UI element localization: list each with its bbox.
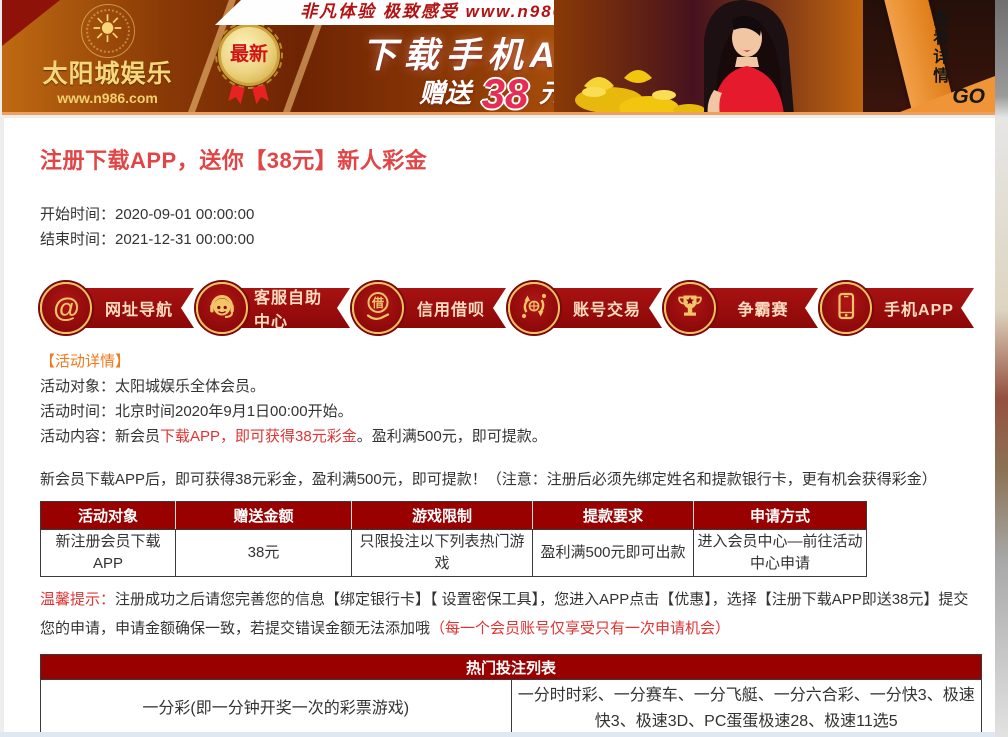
details-content-highlight: 下载APP，即可获得38元彩金 — [160, 428, 357, 445]
phone-icon — [830, 290, 862, 327]
nav-ribbon-label: 信用借呗 — [410, 279, 492, 337]
bonus-cell-withdraw: 盈利满500元即可出款 — [533, 530, 694, 577]
warm-tips-red: （每一个会员账号仅享受只有一次申请机会） — [430, 620, 730, 637]
bonus-cell-target: 新注册会员下载APP — [41, 530, 176, 577]
promo-banner: ☀ 太阳城娱乐 www.n986.com 最新 非凡体验 极致感受 www.n9… — [2, 0, 995, 115]
site-logo[interactable]: ☀ 太阳城娱乐 www.n986.com — [10, 0, 205, 112]
hot-bet-table-title: 热门投注列表 — [41, 655, 982, 680]
details-heading: 【活动详情】 — [40, 349, 985, 374]
site-logo-title: 太阳城娱乐 — [10, 54, 205, 90]
details-time: 活动时间：北京时间2020年9月1日00:00开始。 — [40, 399, 985, 424]
window-edge-artifact — [995, 0, 1008, 737]
hot-bet-category: 一分彩(即一分钟开奖一次的彩票游戏) — [41, 680, 512, 737]
details-content: 活动内容：新会员下载APP，即可获得38元彩金。盈利满500元，即可提款。 — [40, 424, 985, 449]
customer-service-icon — [206, 290, 238, 327]
hot-bet-table-header-row: 热门投注列表 — [41, 655, 982, 680]
bonus-table: 活动对象 赠送金额 游戏限制 提款要求 申请方式 新注册会员下载APP 38元 … — [40, 501, 867, 577]
bonus-cell-amount: 38元 — [176, 530, 352, 577]
start-time: 开始时间：2020-09-01 00:00:00 — [40, 202, 985, 227]
go-button[interactable]: GO — [952, 85, 985, 109]
nav-ribbon-label: 客服自助中心 — [254, 279, 336, 337]
at-icon: @ — [53, 293, 79, 324]
details-target: 活动对象：太阳城娱乐全体会员。 — [40, 374, 985, 399]
bonus-col-amount: 赠送金额 — [176, 502, 352, 530]
window-bottom-edge — [0, 732, 995, 737]
nav-ribbon-row: @ 网址导航 — [40, 279, 976, 337]
nav-ribbon-mobile-app[interactable]: 手机APP — [820, 279, 976, 337]
nav-ribbon-site-navigation[interactable]: @ 网址导航 — [40, 279, 196, 337]
medal-ribbon-right — [252, 85, 269, 105]
bonus-col-apply: 申请方式 — [694, 502, 867, 530]
model-photo — [554, 0, 866, 115]
bonus-notice: 新会员下载APP后，即可获得38元彩金，盈利满500元，即可提款！（注意：注册后… — [40, 468, 985, 489]
nav-ribbon-label: 手机APP — [878, 279, 960, 337]
bonus-cell-game-limit: 只限投注以下列表热门游戏 — [352, 530, 533, 577]
page-content: 注册下载APP，送你【38元】新人彩金 开始时间：2020-09-01 00:0… — [4, 118, 995, 732]
bonus-cell-apply: 进入会员中心—前往活动中心申请 — [694, 530, 867, 577]
banner-sub-prefix: 赠送 — [419, 78, 471, 108]
warm-tips: 温馨提示：注册成功之后请您完善您的信息【绑定银行卡】【 设置密保工具】，您进入A… — [40, 585, 980, 643]
credit-loan-icon: 借 — [362, 290, 394, 327]
nav-ribbon-customer-service[interactable]: 客服自助中心 — [196, 279, 352, 337]
bonus-col-target: 活动对象 — [41, 502, 176, 530]
svg-text:借: 借 — [371, 295, 384, 310]
bonus-col-withdraw: 提款要求 — [533, 502, 694, 530]
nav-ribbon-tournament[interactable]: 争霸赛 — [664, 279, 820, 337]
end-time: 结束时间：2021-12-31 00:00:00 — [40, 227, 985, 252]
nav-ribbon-label: 争霸赛 — [722, 279, 804, 337]
nav-ribbon-account-trade[interactable]: 账号交易 — [508, 279, 664, 337]
activity-times: 开始时间：2020-09-01 00:00:00 结束时间：2021-12-31… — [40, 202, 985, 252]
newest-medal-badge: 最新 — [218, 24, 280, 86]
nav-ribbon-label: 账号交易 — [566, 279, 648, 337]
medal-ribbon-left — [228, 85, 245, 105]
trophy-icon — [674, 290, 706, 327]
nav-ribbon-credit-loan[interactable]: 借 信用借呗 — [352, 279, 508, 337]
bonus-col-game-limit: 游戏限制 — [352, 502, 533, 530]
bonus-table-row: 新注册会员下载APP 38元 只限投注以下列表热门游戏 盈利满500元即可出款 … — [41, 530, 867, 577]
warm-tips-label: 温馨提示： — [40, 591, 115, 608]
banner-bonus-amount: 38 — [476, 70, 535, 115]
sun-emblem-icon: ☀ — [81, 4, 135, 58]
hot-bet-row-one-minute: 一分彩(即一分钟开奖一次的彩票游戏) 一分时时彩、一分赛车、一分飞艇、一分六合彩… — [41, 680, 982, 737]
hot-bet-table: 热门投注列表 一分彩(即一分钟开奖一次的彩票游戏) 一分时时彩、一分赛车、一分飞… — [40, 654, 982, 737]
page-title: 注册下载APP，送你【38元】新人彩金 — [40, 143, 985, 175]
account-trade-icon — [518, 290, 550, 327]
site-logo-url: www.n986.com — [10, 90, 205, 106]
bonus-table-header-row: 活动对象 赠送金额 游戏限制 提款要求 申请方式 — [41, 502, 867, 530]
nav-ribbon-label: 网址导航 — [98, 279, 180, 337]
hot-bet-games: 一分时时彩、一分赛车、一分飞艇、一分六合彩、一分快3、极速快3、极速3D、PC蛋… — [511, 680, 982, 737]
